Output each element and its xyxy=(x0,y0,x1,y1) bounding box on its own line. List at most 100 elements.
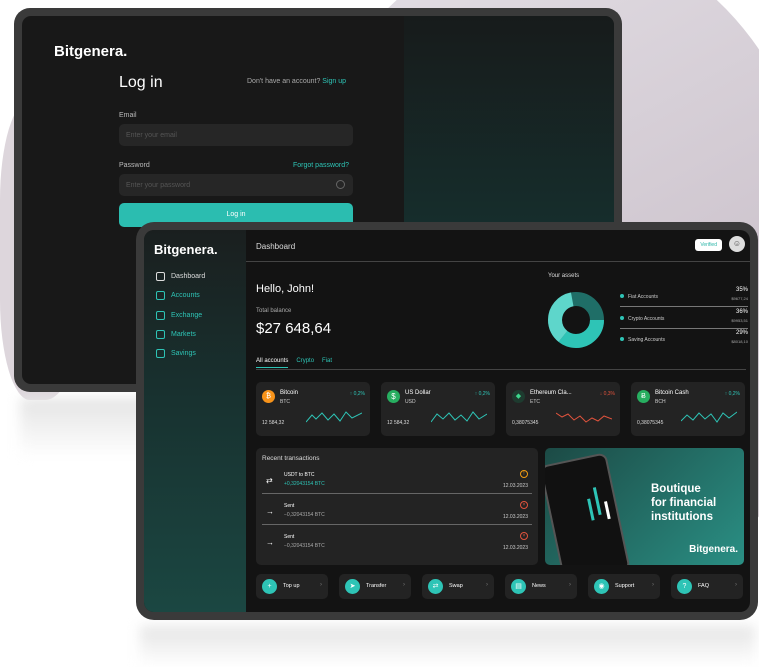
asset-name: Crypto Accounts xyxy=(628,316,665,322)
password-field[interactable]: Enter your password xyxy=(119,174,353,196)
dashboard-tablet: Bitgenera. Dashboard Accounts Exchange M… xyxy=(136,222,758,620)
transaction-row[interactable]: → Sent −0,32043154 BTC × 12.03.2023 xyxy=(262,500,532,525)
top-bar: Dashboard Verified ☺ xyxy=(246,230,750,262)
greeting: Hello, John! xyxy=(256,283,315,295)
sparkline xyxy=(556,412,612,423)
sidebar-item-exchange[interactable]: Exchange xyxy=(156,311,202,320)
signup-prompt: Don't have an account? Sign up xyxy=(247,78,346,85)
transfer-button[interactable]: ➤ Transfer › xyxy=(339,574,411,599)
action-label: Top up xyxy=(283,583,300,589)
transaction-date: 12.03.2023 xyxy=(502,514,528,520)
legend-dot xyxy=(620,294,624,298)
top-up-button[interactable]: + Top up › xyxy=(256,574,328,599)
asset-legend-item: Crypto Accounts 36% $9953,51 xyxy=(620,309,748,329)
transaction-row[interactable]: ⇄ USDT to BTC +0,32043154 BTC ! 12.03.20… xyxy=(262,469,532,494)
transaction-amount: +0,32043154 BTC xyxy=(284,481,325,487)
action-label: FAQ xyxy=(698,583,710,589)
brand-logo: Bitgenera. xyxy=(154,242,218,257)
sidebar: Bitgenera. Dashboard Accounts Exchange M… xyxy=(144,230,246,612)
asset-legend-item: Fiat Accounts 35% $9677,24 xyxy=(620,287,748,307)
banner-logo: Bitgenera. xyxy=(689,544,738,555)
currency-card-ethereum-classic[interactable]: ◆ Ethereum Cla... ETC ↓ 0,3% 0,38075345 xyxy=(506,382,620,436)
account-tabs: All accounts Crypto Fiat xyxy=(256,358,746,370)
currency-amount: 12 584,32 xyxy=(262,420,285,426)
transaction-row[interactable]: → Sent −0,32043154 BTC × 12.03.2023 xyxy=(262,531,532,556)
transaction-date: 12.03.2023 xyxy=(502,483,528,489)
sidebar-item-savings[interactable]: Savings xyxy=(156,349,196,358)
transaction-amount: −0,32043154 BTC xyxy=(284,543,325,549)
currency-name: Bitcoin xyxy=(280,390,299,396)
sidebar-item-label: Markets xyxy=(171,331,196,338)
sidebar-item-accounts[interactable]: Accounts xyxy=(156,291,200,300)
tab-fiat[interactable]: Fiat xyxy=(322,358,332,364)
bitcoin-cash-icon: Ƀ xyxy=(637,390,650,403)
password-label: Password xyxy=(119,162,150,169)
action-label: Support xyxy=(615,583,635,589)
asset-name: Fiat Accounts xyxy=(628,294,659,300)
sparkline xyxy=(681,411,737,423)
total-balance-value: $27 648,64 xyxy=(256,320,332,337)
sparkline xyxy=(431,411,487,423)
chevron-right-icon: › xyxy=(652,582,654,588)
tab-crypto[interactable]: Crypto xyxy=(296,358,314,364)
email-field[interactable]: Enter your email xyxy=(119,124,353,146)
banner-headline: Boutique for financial institutions xyxy=(651,482,716,524)
sidebar-item-dashboard[interactable]: Dashboard xyxy=(156,272,205,281)
currency-card-bitcoin[interactable]: ₿ Bitcoin BTC ↑ 0,2% 12 584,32 xyxy=(256,382,370,436)
sidebar-item-markets[interactable]: Markets xyxy=(156,330,196,339)
sidebar-item-label: Exchange xyxy=(171,312,203,319)
banner-line: Boutique xyxy=(651,483,701,495)
password-placeholder: Enter your password xyxy=(126,182,191,189)
dollar-icon: $ xyxy=(387,390,400,403)
tablet-reflection xyxy=(140,626,755,666)
arrow-right-icon: → xyxy=(266,538,274,547)
asset-percent: 35% xyxy=(735,287,748,293)
currency-change: ↑ 0,2% xyxy=(724,391,740,397)
currency-name: Ethereum Cla... xyxy=(530,390,572,396)
signup-link[interactable]: Sign up xyxy=(322,78,346,85)
currency-card-bitcoin-cash[interactable]: Ƀ Bitcoin Cash BCH ↑ 0,2% 0,38075345 xyxy=(631,382,745,436)
page-title: Dashboard xyxy=(256,242,296,251)
currency-amount: 12 584,32 xyxy=(387,420,410,426)
currency-ticker: BCH xyxy=(655,399,666,405)
chevron-right-icon: › xyxy=(320,582,322,588)
currency-name: US Dollar xyxy=(405,390,431,396)
asset-name: Saving Accounts xyxy=(628,337,665,343)
support-button[interactable]: ◉ Support › xyxy=(588,574,660,599)
news-icon: ▤ xyxy=(511,579,526,594)
legend-dot xyxy=(620,337,624,341)
currency-name: Bitcoin Cash xyxy=(655,390,689,396)
currency-card-us-dollar[interactable]: $ US Dollar USD ↑ 0,2% 12 584,32 xyxy=(381,382,495,436)
currency-ticker: BTC xyxy=(280,399,290,405)
action-label: Transfer xyxy=(366,583,387,589)
home-icon xyxy=(156,272,165,281)
action-label: News xyxy=(532,583,546,589)
currency-amount: 0,38075345 xyxy=(637,420,664,426)
currency-change: ↑ 0,2% xyxy=(474,391,490,397)
signup-prompt-text: Don't have an account? xyxy=(247,78,321,85)
dashboard-screen: Bitgenera. Dashboard Accounts Exchange M… xyxy=(144,230,750,612)
asset-legend-item: Saving Accounts 29% $8018,10 xyxy=(620,330,748,350)
page-title: Log in xyxy=(119,74,163,91)
news-button[interactable]: ▤ News › xyxy=(505,574,577,599)
swap-button[interactable]: ⇄ Swap › xyxy=(422,574,494,599)
bitcoin-icon: ₿ xyxy=(262,390,275,403)
banner-line: for financial xyxy=(651,497,717,509)
recent-transactions-title: Recent transactions xyxy=(262,455,320,462)
faq-button[interactable]: ? FAQ › xyxy=(671,574,743,599)
chevron-right-icon: › xyxy=(569,582,571,588)
currency-ticker: ETC xyxy=(530,399,540,405)
currency-amount: 0,38075345 xyxy=(512,420,539,426)
eye-icon[interactable] xyxy=(336,180,345,189)
asset-percent: 29% xyxy=(735,330,748,336)
transaction-title: USDT to BTC xyxy=(284,472,315,478)
forgot-password-link[interactable]: Forgot password? xyxy=(293,162,349,169)
asset-amount: $9677,24 xyxy=(731,296,748,301)
arrow-right-icon: → xyxy=(266,507,274,516)
tab-all-accounts[interactable]: All accounts xyxy=(256,358,289,368)
chevron-right-icon: › xyxy=(403,582,405,588)
swap-icon: ⇄ xyxy=(428,579,443,594)
transaction-amount: −0,32043154 BTC xyxy=(284,512,325,518)
avatar[interactable]: ☺ xyxy=(729,236,745,252)
promo-banner[interactable]: Boutique for financial institutions Bitg… xyxy=(545,448,744,565)
